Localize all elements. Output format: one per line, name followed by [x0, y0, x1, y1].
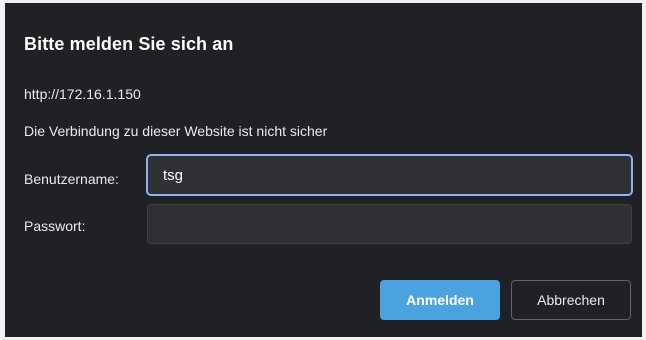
password-field[interactable]	[147, 204, 632, 244]
login-button[interactable]: Anmelden	[380, 280, 500, 320]
insecure-connection-warning: Die Verbindung zu dieser Website ist nic…	[24, 123, 328, 139]
login-dialog: Bitte melden Sie sich an http://172.16.1…	[5, 3, 642, 337]
username-field[interactable]	[147, 155, 632, 195]
site-origin: http://172.16.1.150	[24, 86, 141, 102]
dialog-title: Bitte melden Sie sich an	[24, 34, 234, 54]
username-label: Benutzername:	[24, 171, 119, 187]
cancel-button[interactable]: Abbrechen	[511, 280, 631, 320]
password-label: Passwort:	[24, 218, 86, 234]
